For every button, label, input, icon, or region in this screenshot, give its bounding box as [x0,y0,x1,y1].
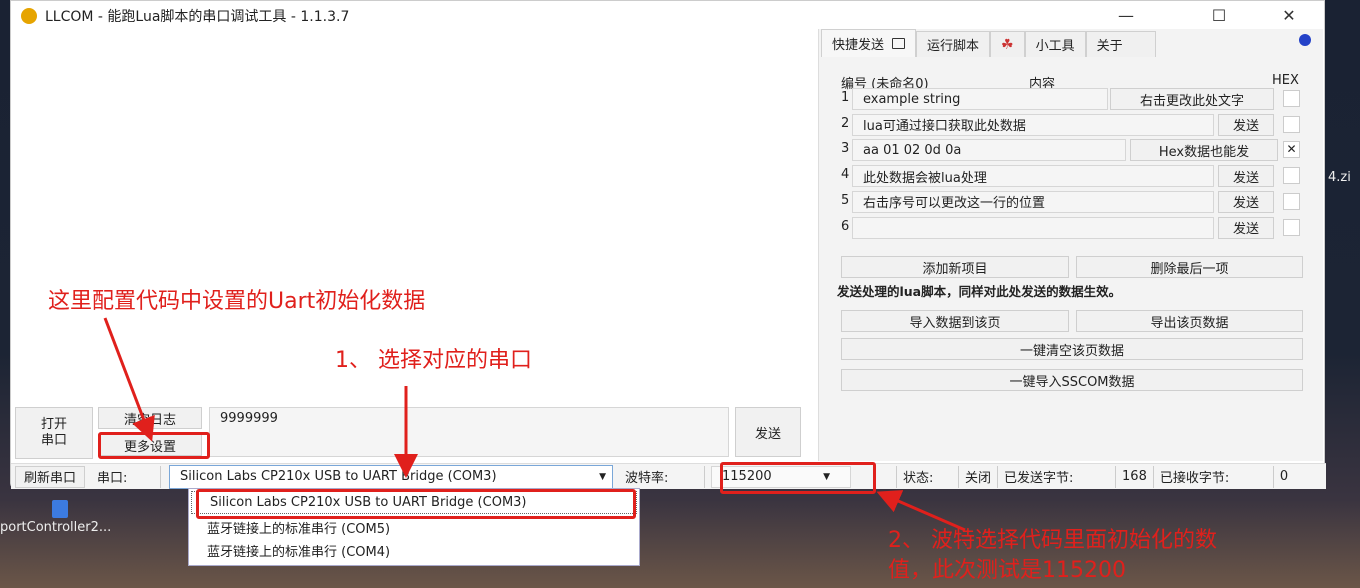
annotation-arrows [103,317,966,532]
arrow-baud [876,490,966,532]
arrow-more-settings [103,317,155,442]
